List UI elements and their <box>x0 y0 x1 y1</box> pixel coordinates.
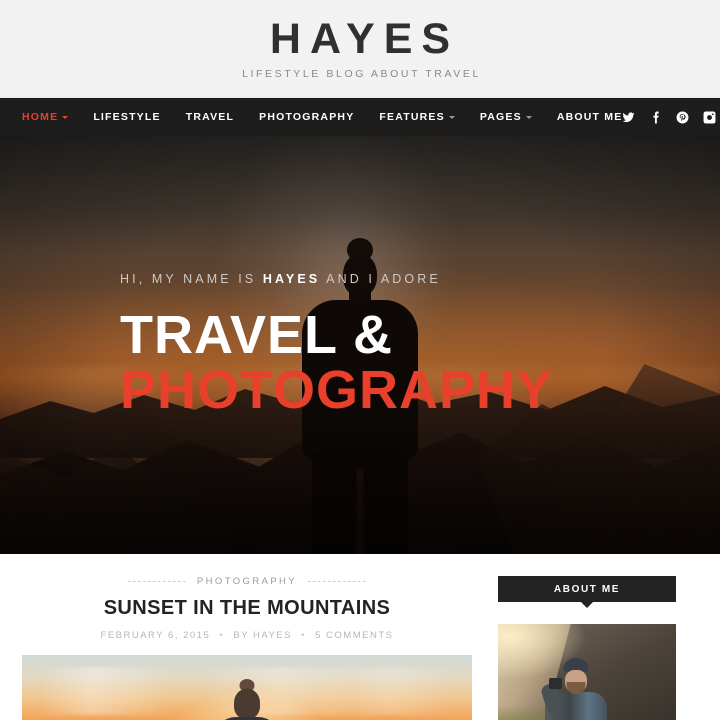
post-comment-count[interactable]: 5 COMMENTS <box>315 630 393 641</box>
chevron-down-icon <box>448 116 455 119</box>
nav-item-label: FEATURES <box>379 111 445 123</box>
post-meta: FEBRUARY 6, 2015 • BY HAYES • 5 COMMENTS <box>22 630 472 641</box>
hero-kicker-after: AND I ADORE <box>326 272 441 286</box>
nav-menu: HOME LIFESTYLE TRAVEL PHOTOGRAPHY FEATUR… <box>0 98 622 136</box>
hero-headline-line-2: PHOTOGRAPHY <box>120 360 554 421</box>
post-date: FEBRUARY 6, 2015 <box>100 630 211 641</box>
hero-kicker-before: HI, MY NAME IS <box>120 272 257 286</box>
site-logo[interactable]: HAYES <box>261 17 459 61</box>
post-card: PHOTOGRAPHY SUNSET IN THE MOUNTAINS FEBR… <box>22 576 472 720</box>
site-header: HAYES LIFESTYLE BLOG ABOUT TRAVEL <box>0 0 720 98</box>
post-image-person <box>208 679 286 720</box>
main-column: PHOTOGRAPHY SUNSET IN THE MOUNTAINS FEBR… <box>22 576 472 720</box>
nav-item-label: PAGES <box>479 111 522 123</box>
nav-item-lifestyle[interactable]: LIFESTYLE <box>93 111 160 123</box>
post-category-label[interactable]: PHOTOGRAPHY <box>197 576 297 587</box>
nav-item-travel[interactable]: TRAVEL <box>186 111 234 123</box>
page-root: HAYES LIFESTYLE BLOG ABOUT TRAVEL HOME L… <box>0 0 720 720</box>
post-person-head <box>234 689 260 719</box>
meta-separator: • <box>219 630 225 641</box>
nav-item-label: ABOUT ME <box>556 111 623 123</box>
nav-item-photography[interactable]: PHOTOGRAPHY <box>259 111 354 123</box>
post-title[interactable]: SUNSET IN THE MOUNTAINS <box>22 596 472 620</box>
hero-headline-line-1: TRAVEL & <box>120 305 394 365</box>
sidebar: ABOUT ME <box>498 576 676 720</box>
chevron-down-icon <box>62 116 69 119</box>
nav-item-label: PHOTOGRAPHY <box>259 111 355 123</box>
chevron-down-icon <box>525 116 532 119</box>
social-links <box>622 98 720 136</box>
about-me-photo[interactable] <box>498 624 676 720</box>
twitter-icon[interactable] <box>622 111 635 124</box>
about-photo-person <box>540 656 612 720</box>
hero-copy: HI, MY NAME IS HAYES AND I ADORE TRAVEL … <box>120 272 553 418</box>
post-category: PHOTOGRAPHY <box>22 576 472 587</box>
camera-icon <box>549 678 563 689</box>
hero-kicker: HI, MY NAME IS HAYES AND I ADORE <box>120 272 553 286</box>
nav-item-home[interactable]: HOME <box>22 111 69 123</box>
site-tagline: LIFESTYLE BLOG ABOUT TRAVEL <box>242 67 481 80</box>
main-navigation: HOME LIFESTYLE TRAVEL PHOTOGRAPHY FEATUR… <box>0 98 720 136</box>
pinterest-icon[interactable] <box>676 111 689 124</box>
meta-separator: • <box>301 630 306 641</box>
content-area: PHOTOGRAPHY SUNSET IN THE MOUNTAINS FEBR… <box>0 554 720 720</box>
widget-title-about-me: ABOUT ME <box>498 576 676 602</box>
nav-item-about-me[interactable]: ABOUT ME <box>557 111 623 123</box>
nav-item-label: LIFESTYLE <box>93 111 161 123</box>
category-rule-right <box>308 581 367 582</box>
nav-item-label: HOME <box>22 111 59 123</box>
hero-kicker-name: HAYES <box>262 272 321 286</box>
instagram-icon[interactable] <box>703 111 716 124</box>
category-rule-left <box>127 581 186 582</box>
nav-item-features[interactable]: FEATURES <box>379 111 455 123</box>
nav-item-pages[interactable]: PAGES <box>480 111 532 123</box>
facebook-icon[interactable] <box>649 111 662 124</box>
post-featured-image[interactable] <box>22 655 472 720</box>
nav-item-label: TRAVEL <box>185 111 235 123</box>
post-author[interactable]: BY HAYES <box>233 630 292 641</box>
hero-banner: HI, MY NAME IS HAYES AND I ADORE TRAVEL … <box>0 136 720 554</box>
